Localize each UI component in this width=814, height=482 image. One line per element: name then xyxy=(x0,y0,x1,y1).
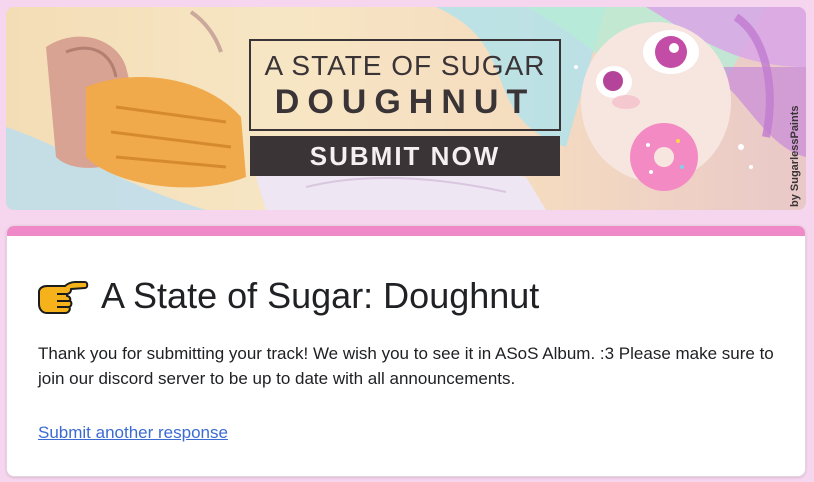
banner-cta-label: SUBMIT NOW xyxy=(310,141,500,171)
header-banner: A STATE OF SUGAR DOUGHNUT SUBMIT NOW by … xyxy=(6,7,806,210)
pointing-right-hand-icon xyxy=(38,281,89,314)
confirmation-card: A State of Sugar: Doughnut Thank you for… xyxy=(6,225,806,477)
banner-artwork: A STATE OF SUGAR DOUGHNUT SUBMIT NOW by … xyxy=(6,7,806,210)
confirmation-message: Thank you for submitting your track! We … xyxy=(38,344,774,388)
title-row: A State of Sugar: Doughnut xyxy=(37,274,539,318)
form-title: A State of Sugar: Doughnut xyxy=(101,275,540,316)
banner-heading-line1: A STATE OF SUGAR xyxy=(264,50,545,81)
submit-another-response-link[interactable]: Submit another response xyxy=(38,423,228,443)
banner-heading-line2: DOUGHNUT xyxy=(275,83,535,121)
card-accent-bar xyxy=(7,226,805,236)
banner-credit: by SugarlessPaints xyxy=(789,106,801,208)
